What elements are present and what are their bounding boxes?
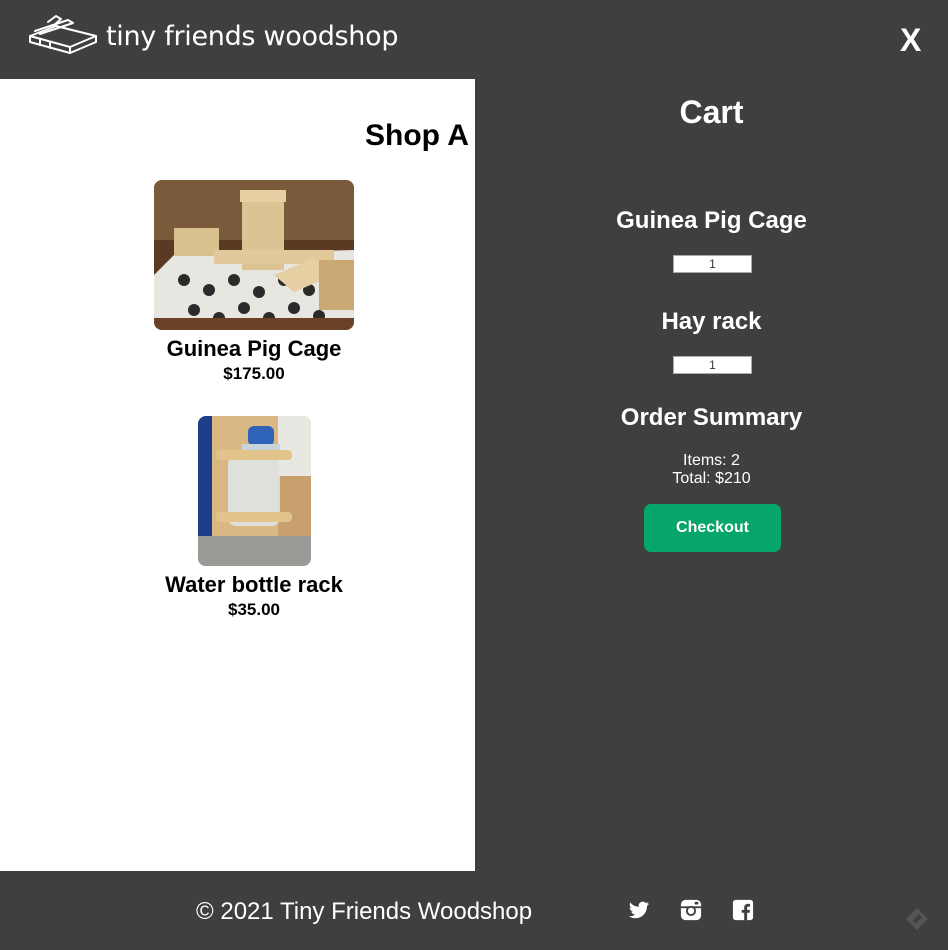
- cart-item-name: Guinea Pig Cage: [616, 207, 807, 234]
- saw-and-wood-icon: [29, 15, 97, 54]
- water-bottle-rack-photo: [197, 416, 311, 566]
- site-header: tiny friends woodshop: [0, 0, 948, 79]
- order-total: Total: $210: [672, 470, 751, 487]
- guinea-pig-cage-photo: [154, 180, 354, 330]
- page-title: Shop A: [365, 119, 469, 152]
- product-name[interactable]: Guinea Pig Cage: [149, 336, 359, 362]
- quantity-input[interactable]: [673, 255, 752, 273]
- cart-panel: Cart Guinea Pig Cage Hay rack Order Summ…: [475, 79, 948, 871]
- checkout-button[interactable]: Checkout: [644, 504, 781, 552]
- site-footer: © 2021 Tiny Friends Woodshop: [0, 871, 948, 950]
- product-price: $35.00: [228, 600, 280, 619]
- product-price: $175.00: [223, 364, 285, 383]
- close-cart-button[interactable]: X: [900, 22, 921, 59]
- product-name[interactable]: Water bottle rack: [149, 572, 359, 598]
- guinea-pig-cage-image[interactable]: [154, 180, 354, 330]
- facebook-icon[interactable]: [732, 899, 754, 921]
- product-card-guinea-pig-cage[interactable]: Guinea Pig Cage $175.00: [149, 180, 359, 384]
- items-count: Items: 2: [683, 452, 740, 469]
- edit-icon[interactable]: [905, 907, 929, 931]
- water-bottle-rack-image[interactable]: [197, 416, 311, 566]
- product-card-water-bottle-rack[interactable]: Water bottle rack $35.00: [149, 416, 359, 620]
- instagram-icon[interactable]: [680, 899, 702, 921]
- order-summary-title: Order Summary: [620, 404, 803, 431]
- brand-logo[interactable]: tiny friends woodshop: [26, 14, 398, 58]
- cart-title: Cart: [679, 94, 744, 130]
- cart-item-name: Hay rack: [661, 308, 762, 335]
- copyright-text: © 2021 Tiny Friends Woodshop: [196, 898, 533, 925]
- quantity-input[interactable]: [673, 356, 752, 374]
- brand-name: tiny friends woodshop: [106, 20, 399, 52]
- twitter-icon[interactable]: [628, 899, 650, 921]
